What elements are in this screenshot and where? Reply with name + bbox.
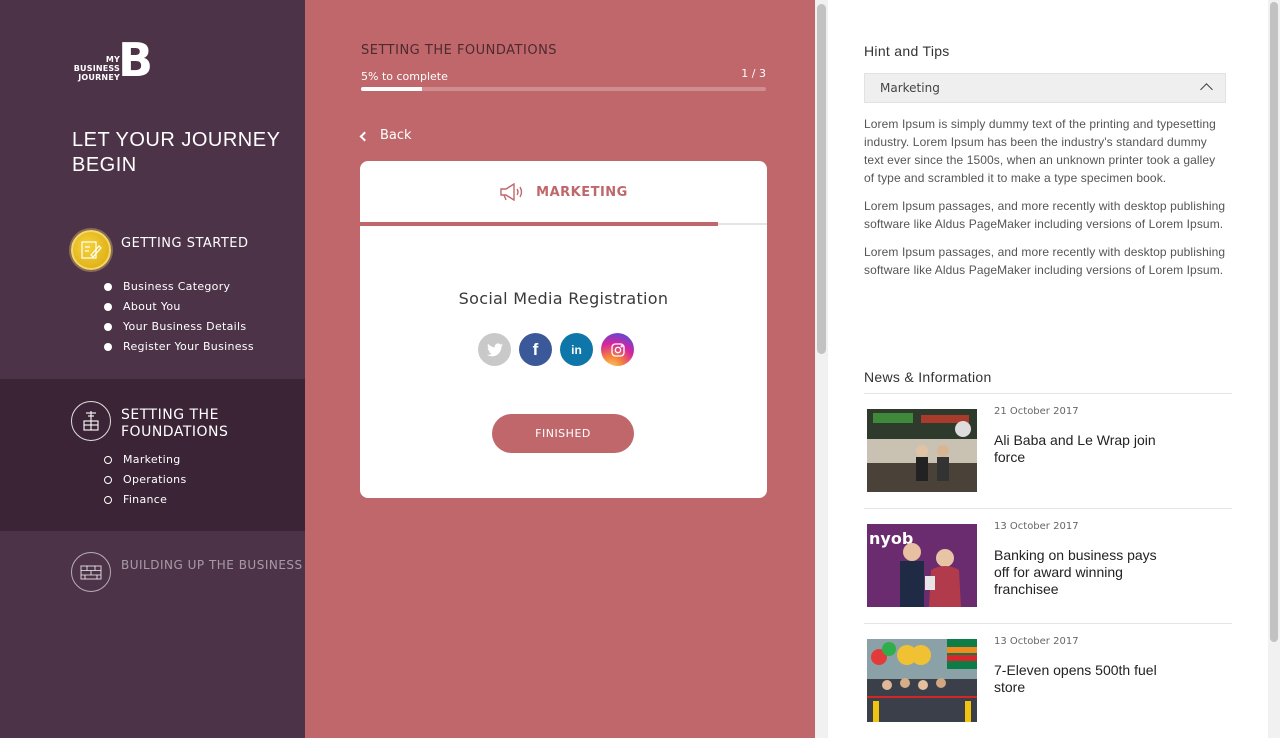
- main-panel: SETTING THE FOUNDATIONS 5% to complete 1…: [305, 0, 815, 738]
- stage-steps: Business Category About You Your Busines…: [104, 277, 254, 357]
- hints-text: Lorem Ipsum is simply dummy text of the …: [864, 115, 1226, 289]
- stage-getting-started[interactable]: GETTING STARTED Business Category About …: [0, 228, 305, 358]
- megaphone-icon: [500, 183, 523, 201]
- back-link[interactable]: Back: [359, 128, 412, 143]
- card-tab-marketing[interactable]: MARKETING: [360, 161, 767, 223]
- chevron-up-icon: [1200, 83, 1213, 96]
- news-headline[interactable]: 7-Eleven opens 500th fuel store: [994, 662, 1164, 696]
- main-scrollbar[interactable]: [815, 0, 828, 738]
- hint-paragraph: Lorem Ipsum passages, and more recently …: [864, 199, 1226, 231]
- news-date: 13 October 2017: [994, 521, 1079, 532]
- step-label: Business Category: [123, 280, 231, 293]
- news-item[interactable]: 21 October 2017 Ali Baba and Le Wrap joi…: [864, 394, 1232, 509]
- news-date: 13 October 2017: [994, 636, 1079, 647]
- sidebar: MY BUSINESS JOURNEY B LET YOUR JOURNEY B…: [0, 0, 330, 738]
- brand-logo[interactable]: MY BUSINESS JOURNEY B: [72, 37, 153, 83]
- step-finance[interactable]: Finance: [104, 490, 186, 510]
- step-register-business[interactable]: Register Your Business: [104, 337, 254, 357]
- back-label: Back: [380, 128, 412, 143]
- card-tab-label: MARKETING: [536, 184, 628, 200]
- step-business-details[interactable]: Your Business Details: [104, 317, 254, 337]
- brick-wall-icon: [71, 552, 111, 592]
- hint-paragraph: Lorem Ipsum passages, and more recently …: [864, 245, 1226, 277]
- step-label: Your Business Details: [123, 320, 247, 333]
- crane-building-icon: [71, 401, 111, 441]
- finished-button[interactable]: FINISHED: [492, 414, 634, 453]
- checklist-pencil-icon: [71, 230, 111, 270]
- progress-bar: [361, 87, 766, 91]
- hints-topic-select[interactable]: Marketing: [864, 73, 1226, 103]
- instagram-icon[interactable]: [601, 333, 634, 366]
- news-thumbnail[interactable]: [867, 639, 977, 722]
- card-title: Social Media Registration: [458, 289, 669, 308]
- panel-scrollbar[interactable]: [1268, 0, 1280, 738]
- linkedin-icon[interactable]: in: [560, 333, 593, 366]
- step-dot-open: [104, 476, 112, 484]
- step-label: About You: [123, 300, 181, 313]
- step-about-you[interactable]: About You: [104, 297, 254, 317]
- step-dot-done: [104, 343, 112, 351]
- scrollbar-thumb[interactable]: [1270, 2, 1278, 642]
- step-dot-done: [104, 283, 112, 291]
- step-dot-done: [104, 303, 112, 311]
- social-links: f in: [478, 333, 634, 366]
- step-label: Operations: [123, 473, 187, 486]
- stage-setting-foundations[interactable]: SETTING THE FOUNDATIONS Marketing Operat…: [0, 379, 330, 531]
- stage-building-business[interactable]: BUILDING UP THE BUSINESS: [0, 552, 305, 612]
- news-headline[interactable]: Banking on business pays off for award w…: [994, 547, 1164, 598]
- info-panel: Hint and Tips Marketing Lorem Ipsum is s…: [828, 0, 1268, 738]
- stage-title: SETTING THE FOUNDATIONS: [121, 407, 229, 440]
- stage-title: BUILDING UP THE BUSINESS: [121, 558, 303, 572]
- news-date: 21 October 2017: [994, 406, 1079, 417]
- hints-title: Hint and Tips: [864, 43, 950, 59]
- chevron-left-icon: [359, 131, 370, 141]
- progress-fill: [361, 87, 422, 91]
- logo-mark: B: [118, 33, 154, 87]
- section-title: SETTING THE FOUNDATIONS: [361, 43, 558, 58]
- step-business-category[interactable]: Business Category: [104, 277, 254, 297]
- step-marketing[interactable]: Marketing: [104, 450, 186, 470]
- news-thumbnail[interactable]: nyob: [867, 524, 977, 607]
- task-card: MARKETING Social Media Registration f in…: [360, 161, 767, 498]
- sidebar-tagline: LET YOUR JOURNEY BEGIN: [72, 129, 281, 176]
- card-tab-progress-fill: [360, 222, 719, 226]
- news-title: News & Information: [864, 369, 992, 385]
- hint-paragraph: Lorem Ipsum is simply dummy text of the …: [864, 117, 1216, 185]
- step-dot-done: [104, 323, 112, 331]
- news-item[interactable]: nyob 13 October 2017 Banking on business…: [864, 509, 1232, 624]
- hints-topic-value: Marketing: [880, 81, 940, 95]
- step-label: Finance: [123, 493, 168, 506]
- scrollbar-thumb[interactable]: [817, 4, 826, 354]
- progress-label: 5% to complete: [361, 70, 448, 83]
- step-operations[interactable]: Operations: [104, 470, 186, 490]
- step-dot-open: [104, 456, 112, 464]
- news-headline[interactable]: Ali Baba and Le Wrap join force: [994, 432, 1164, 466]
- step-label: Register Your Business: [123, 340, 254, 353]
- facebook-icon[interactable]: f: [519, 333, 552, 366]
- stage-title: GETTING STARTED: [121, 236, 249, 251]
- news-thumbnail[interactable]: [867, 409, 977, 492]
- step-label: Marketing: [123, 453, 181, 466]
- progress-count: 1 / 3: [741, 67, 766, 80]
- twitter-icon[interactable]: [478, 333, 511, 366]
- logo-text: MY BUSINESS JOURNEY: [73, 55, 120, 82]
- card-tab-progress: [360, 222, 767, 226]
- news-item[interactable]: 13 October 2017 7-Eleven opens 500th fue…: [864, 624, 1232, 738]
- step-dot-open: [104, 496, 112, 504]
- stage-steps: Marketing Operations Finance: [104, 450, 186, 510]
